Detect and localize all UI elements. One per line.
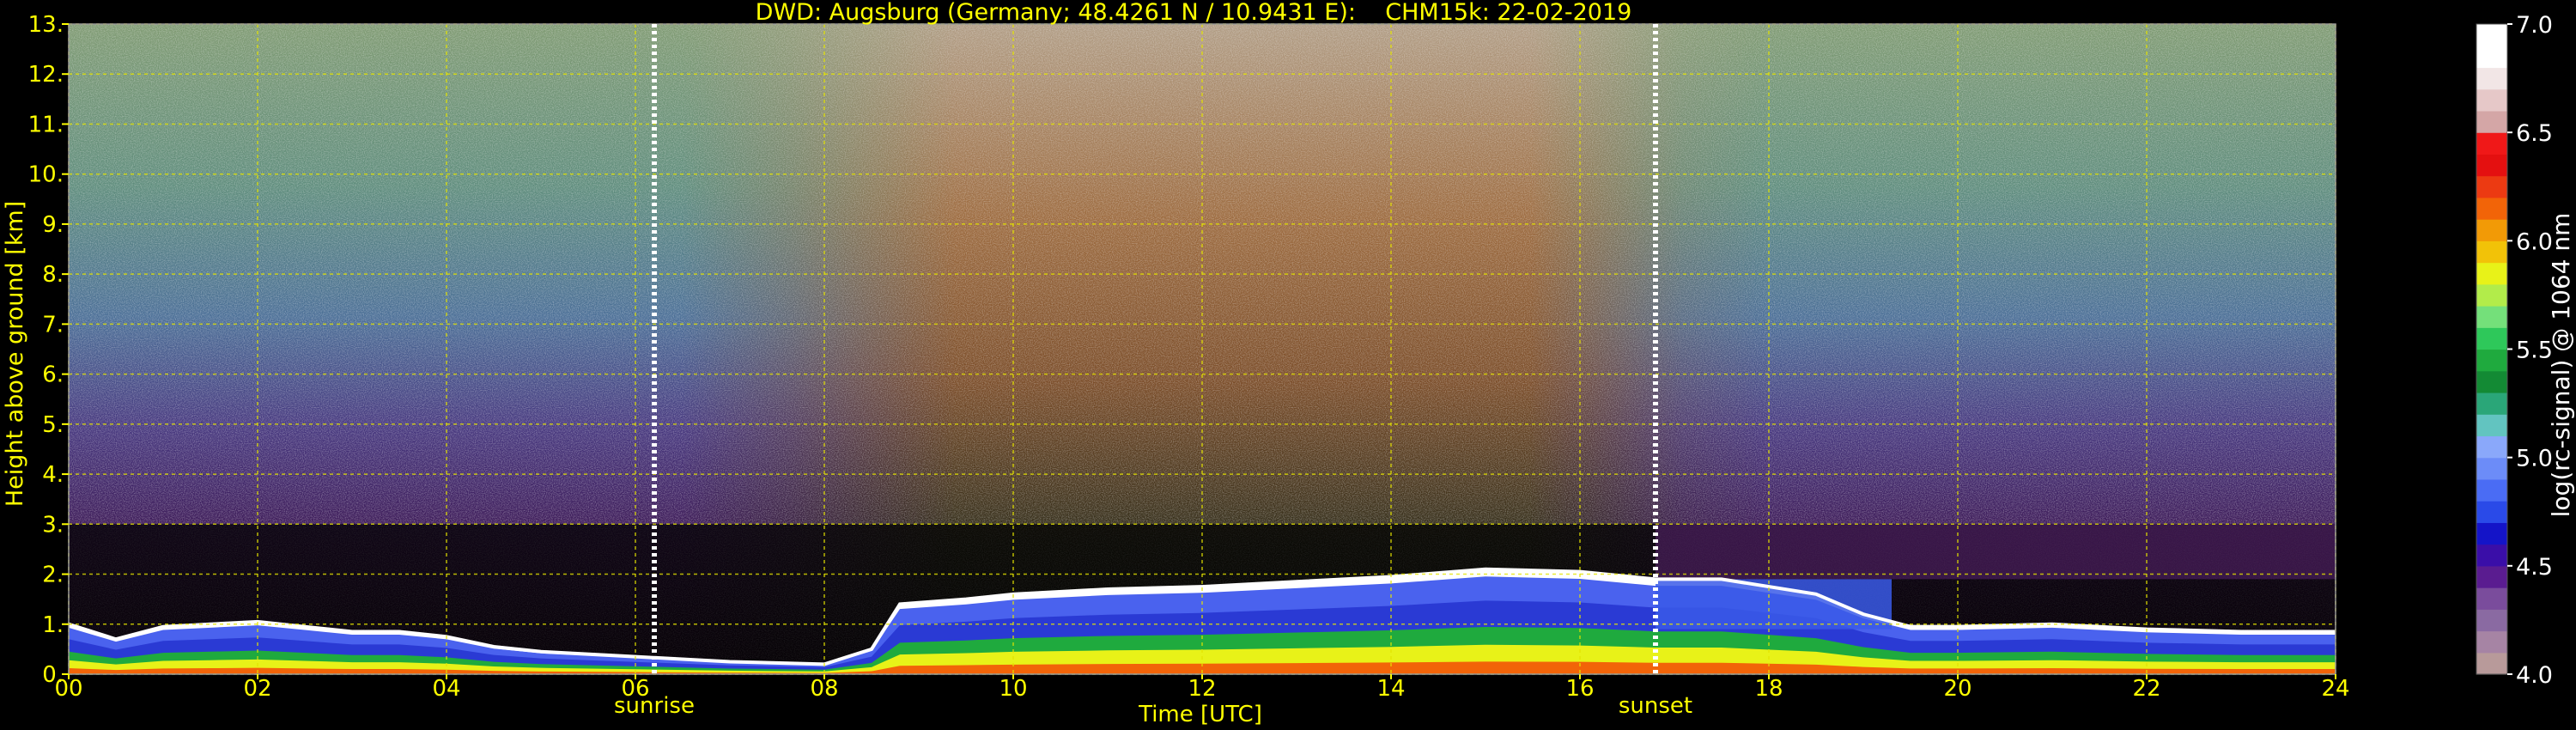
colorbar-segment [2476, 652, 2507, 675]
x-tick-label: 18 [1754, 676, 1783, 702]
colorbar-segment [2476, 88, 2507, 112]
colorbar-segment [2476, 565, 2507, 588]
colorbar-segment [2476, 154, 2507, 177]
y-tick-label: 7. [42, 312, 64, 338]
x-axis-ticks: 00 02 04 06 08 10 12 14 16 18 20 22 24 [54, 674, 2350, 702]
colorbar-segment [2476, 262, 2507, 285]
colorbar-segment [2476, 435, 2507, 459]
evening-haze [1656, 524, 2336, 580]
chart: 0.1.2.3.4.5.6.7.8.9.10.11.12.13. 00 02 04 0… [2, 0, 2575, 727]
colorbar-segment [2476, 306, 2507, 328]
colorbar-segment [2476, 544, 2507, 567]
colorbar-tick-label: 4.0 [2516, 662, 2553, 689]
colorbar-segment [2476, 522, 2507, 545]
y-tick-label: 4. [42, 462, 64, 488]
y-tick-label: 11. [28, 112, 64, 137]
y-tick-label: 1. [42, 612, 64, 638]
colorbar-segment [2476, 132, 2507, 155]
x-tick-label: 00 [54, 676, 82, 702]
colorbar-segment [2476, 46, 2507, 69]
colorbar-segment [2476, 240, 2507, 264]
y-axis-label: Height above ground [km] [2, 201, 28, 507]
y-tick-label: 3. [42, 512, 64, 538]
y-tick-label: 2. [42, 563, 64, 588]
x-tick-label: 04 [432, 676, 460, 702]
x-axis-label: Time [UTC] [1138, 702, 1262, 727]
x-tick-label: 16 [1565, 676, 1594, 702]
colorbar-segment [2476, 609, 2507, 632]
x-tick-label: 12 [1188, 676, 1216, 702]
x-tick-label: 10 [999, 676, 1027, 702]
y-tick-label: 12. [28, 62, 64, 88]
colorbar-segment [2476, 587, 2507, 610]
y-tick-label: 6. [42, 362, 64, 388]
colorbar-tick-label: 6.5 [2516, 120, 2553, 147]
y-tick-label: 5. [42, 412, 64, 438]
x-tick-label: 08 [810, 676, 838, 702]
sunrise-label: sunrise [614, 693, 695, 719]
x-tick-label: 14 [1376, 676, 1405, 702]
colorbar-segment [2476, 110, 2507, 133]
colorbar-segment [2476, 370, 2507, 393]
colorbar-segment [2476, 630, 2507, 654]
colorbar-tick-label: 4.5 [2516, 554, 2553, 581]
x-tick-label: 24 [2321, 676, 2349, 702]
colorbar-segment [2476, 24, 2507, 46]
chart-title: DWD: Augsburg (Germany; 48.4261 N / 10.9… [756, 0, 1632, 26]
x-tick-label: 22 [2132, 676, 2160, 702]
y-tick-label: 10. [28, 162, 64, 188]
colorbar-segment [2476, 283, 2507, 307]
colorbar-tick-label: 7.0 [2516, 12, 2553, 39]
colorbar-segment [2476, 67, 2507, 90]
colorbar: 4.04.55.05.56.06.57.0 [2476, 12, 2553, 689]
colorbar-segment [2476, 197, 2507, 220]
colorbar-segment [2476, 457, 2507, 480]
x-tick-label: 20 [1943, 676, 1971, 702]
colorbar-label: log(rc-signal) @ 1064 nm [2547, 213, 2575, 518]
y-tick-label: 13. [28, 12, 64, 38]
colorbar-segment [2476, 327, 2507, 350]
y-axis-ticks: 0.1.2.3.4.5.6.7.8.9.10.11.12.13. [28, 12, 69, 688]
y-tick-label: 8. [42, 262, 64, 288]
sunset-label: sunset [1619, 693, 1692, 719]
heatmap-plot-area [68, 23, 2336, 675]
colorbar-segment [2476, 219, 2507, 241]
colorbar-segment [2476, 414, 2507, 437]
x-tick-label: 02 [243, 676, 271, 702]
colorbar-segment [2476, 349, 2507, 372]
colorbar-segment [2476, 392, 2507, 415]
y-tick-label: 9. [42, 212, 64, 238]
colorbar-segment [2476, 175, 2507, 198]
colorbar-segment [2476, 501, 2507, 523]
colorbar-segment [2476, 478, 2507, 502]
